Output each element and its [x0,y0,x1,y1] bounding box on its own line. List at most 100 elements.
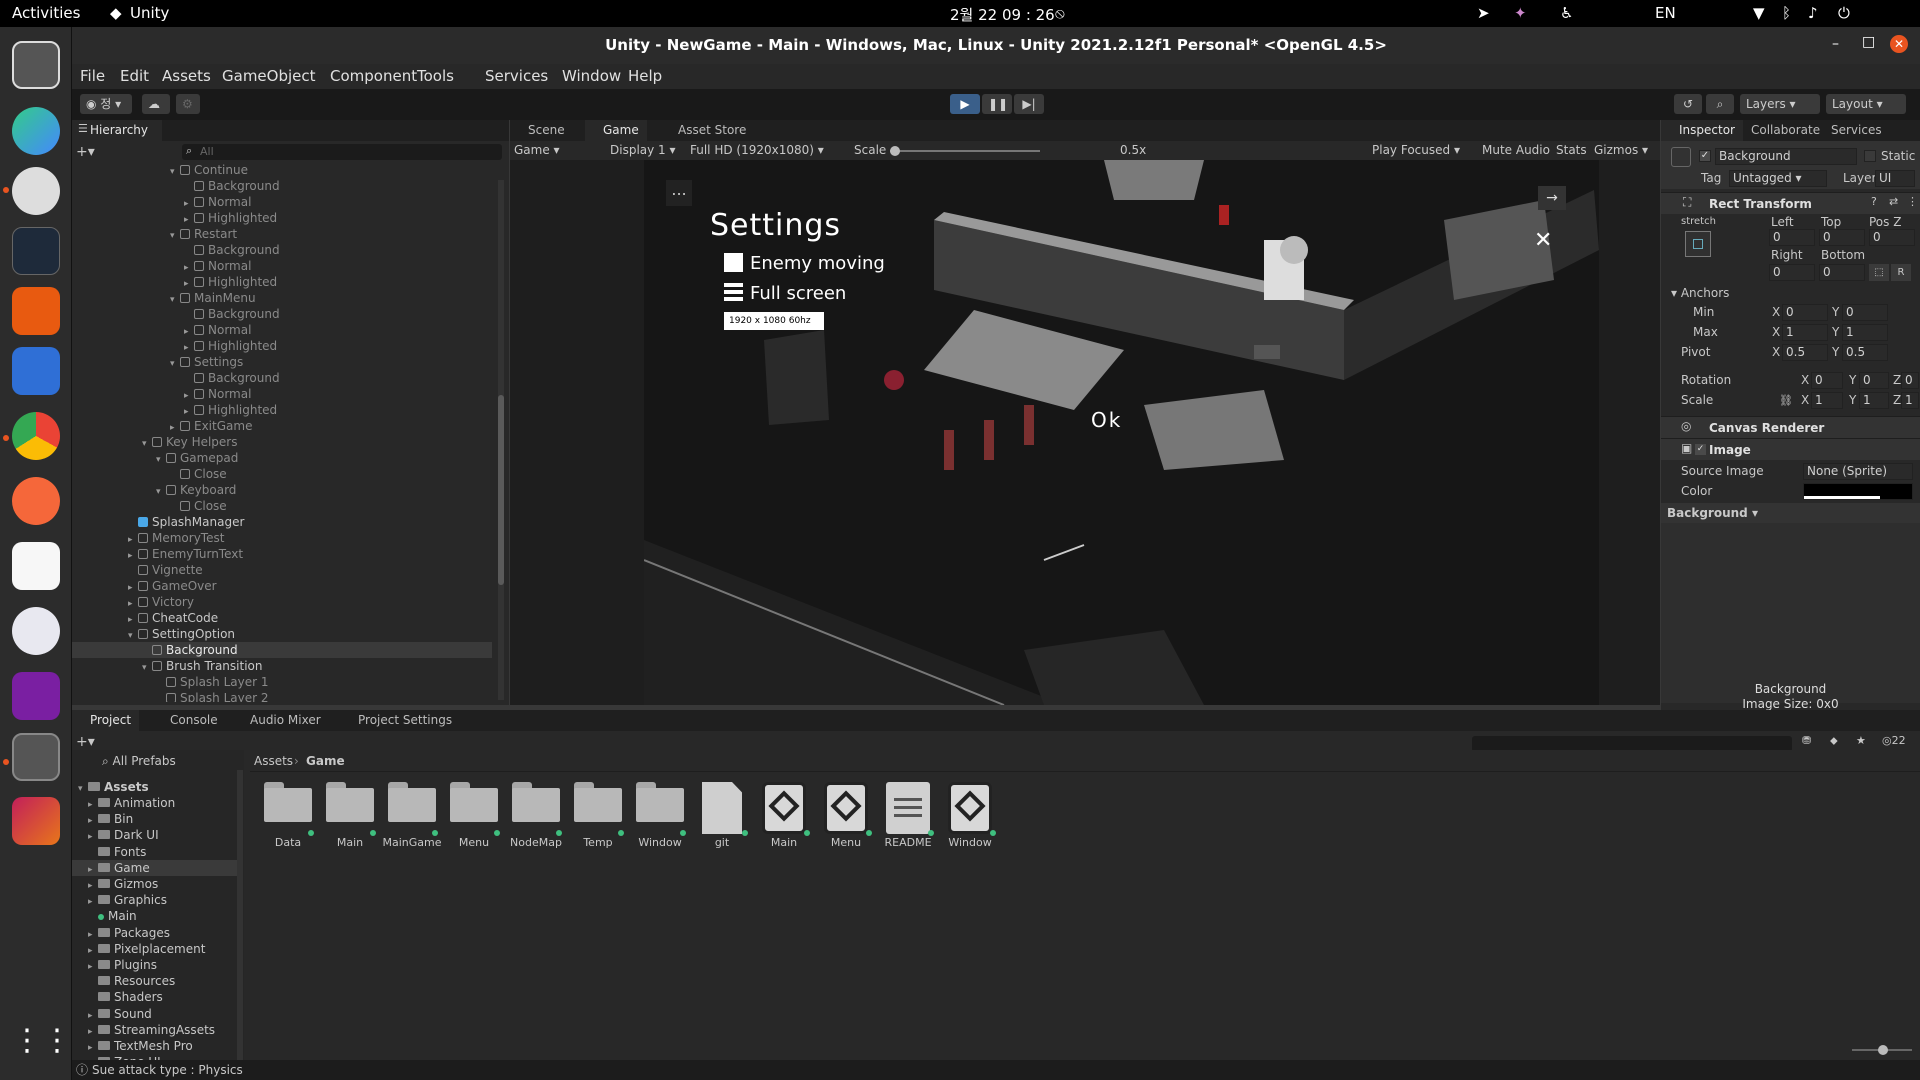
resolution-dropdown[interactable]: Full HD (1920x1080) ▾ [690,141,824,160]
tab-game[interactable]: Game [585,120,647,141]
dock-unity-icon[interactable] [12,733,60,781]
hierarchy-item[interactable]: Background [72,370,492,386]
display-dropdown[interactable]: Display 1 ▾ [610,141,676,160]
pivot-x-field[interactable]: 0.5 [1782,344,1828,361]
hierarchy-item[interactable]: ▾ Continue [72,162,492,178]
rotation-z-field[interactable]: 0 [1901,372,1919,389]
tab-services[interactable]: Services [1821,120,1890,141]
account-button[interactable]: ◉ 정 ▾ [80,94,132,114]
hidden-packages-count[interactable]: ◎22 [1882,734,1906,747]
power-icon[interactable]: ⏻ [1838,4,1850,22]
hierarchy-item[interactable]: ▸ Highlighted [72,338,492,354]
layout-dropdown[interactable]: Layout ▾ [1826,94,1906,114]
posz-field[interactable]: 0 [1869,229,1915,246]
hierarchy-item[interactable]: ▾ Key Helpers [72,434,492,450]
tree-folder-item[interactable]: Resources [72,973,237,989]
tree-folder-item[interactable]: Main [72,908,237,924]
tree-folder-item[interactable]: ▸ StreamingAssets [72,1022,237,1038]
hierarchy-item[interactable]: Background [72,306,492,322]
hierarchy-item[interactable]: ▸ EnemyTurnText [72,546,492,562]
history-icon[interactable]: ↺ [1674,94,1702,114]
search-icon[interactable]: ⌕ [1706,94,1734,114]
icon-size-thumb[interactable] [1878,1045,1888,1055]
hierarchy-item[interactable]: ▾ Gamepad [72,450,492,466]
hierarchy-item[interactable]: ▸ GameOver [72,578,492,594]
anchor-min-x-field[interactable]: 0 [1782,304,1828,321]
hierarchy-scroll-thumb[interactable] [498,395,504,585]
dock-rider-icon[interactable] [12,797,60,845]
more-button[interactable]: ... [666,180,692,206]
volume-icon[interactable]: ♪ [1808,4,1818,22]
tree-folder-item[interactable]: ▸ Bin [72,811,237,827]
anchor-max-y-field[interactable]: 1 [1842,324,1888,341]
hierarchy-item[interactable]: Background [72,242,492,258]
activities-button[interactable]: Activities [12,4,80,22]
menu-component[interactable]: Component [330,67,417,85]
pause-button[interactable]: ❚❚ [982,94,1012,114]
bottom-field[interactable]: 0 [1819,264,1865,281]
menu-services[interactable]: Services [485,67,548,85]
scale-x-field[interactable]: 1 [1811,392,1843,409]
active-checkbox[interactable]: ✓ [1699,150,1711,162]
ok-button[interactable]: Ok [1091,408,1122,432]
anchors-foldout[interactable]: ▾ Anchors [1671,285,1729,302]
dock-app-grid-icon[interactable]: ⋮⋮⋮ [12,1017,102,1065]
hierarchy-item[interactable]: ▸ Victory [72,594,492,610]
top-field[interactable]: 0 [1819,229,1865,246]
tab-collaborate[interactable]: Collaborate [1741,120,1828,141]
hierarchy-item[interactable]: SplashManager [72,514,492,530]
tree-folder-item[interactable]: ▸ Gizmos [72,876,237,892]
hierarchy-item[interactable]: ▾ Keyboard [72,482,492,498]
breadcrumb-assets[interactable]: Assets [254,750,293,772]
hierarchy-item[interactable]: Splash Layer 2 [72,690,492,702]
tree-folder-item[interactable]: Fonts [72,844,237,860]
dock-paint-icon[interactable] [12,542,60,590]
breadcrumb-game[interactable]: Game [306,750,345,772]
minimize-icon[interactable]: – [1832,36,1839,52]
raw-edit-button[interactable]: R [1891,264,1911,281]
tree-folder-item[interactable]: ▸ Dark UI [72,827,237,843]
tab-audio-mixer[interactable]: Audio Mixer [232,710,329,731]
source-image-field[interactable]: None (Sprite) [1803,463,1913,480]
hierarchy-item[interactable]: ▾ Restart [72,226,492,242]
menu-gameobject[interactable]: GameObject [222,67,316,85]
hierarchy-item[interactable]: ▾ Settings [72,354,492,370]
menu-tools[interactable]: Tools [417,67,454,85]
tree-folder-item[interactable]: ▸ Plugins [72,957,237,973]
tree-folder-item[interactable]: ▸ Game [72,859,237,876]
close-window-icon[interactable]: ✕ [1890,35,1908,53]
link-icon[interactable]: ⛓ [1779,394,1793,407]
rotation-x-field[interactable]: 0 [1811,372,1843,389]
wifi-icon[interactable]: ▼ [1753,4,1765,22]
hierarchy-item[interactable]: ▸ Normal [72,258,492,274]
hierarchy-item[interactable]: ▾ MainMenu [72,290,492,306]
hierarchy-item[interactable]: ▾ Brush Transition [72,658,492,674]
favorite-icon[interactable]: ★ [1856,734,1866,747]
hierarchy-item[interactable]: ▸ Normal [72,194,492,210]
tree-scrollbar[interactable] [237,770,243,1060]
dock-chrome-icon[interactable] [12,412,60,460]
pivot-y-field[interactable]: 0.5 [1842,344,1888,361]
hierarchy-item[interactable]: ▾ SettingOption [72,626,492,642]
hierarchy-item[interactable]: Close [72,498,492,514]
asset-item[interactable]: Window [932,774,1008,854]
tree-folder-item[interactable]: ▸ Sound [72,1006,237,1022]
dock-firefox-icon[interactable] [12,477,60,525]
tab-project[interactable]: Project [72,710,140,731]
dock-browser-icon[interactable] [12,107,60,155]
close-settings-icon[interactable]: ✕ [1534,228,1552,253]
collab-icon[interactable]: ⚙ [176,94,200,114]
tree-folder-item[interactable]: Shaders [72,989,237,1005]
tree-folder-item[interactable]: ▸ Graphics [72,892,237,908]
tab-project-settings[interactable]: Project Settings [340,710,460,731]
tab-inspector[interactable]: Inspector [1661,120,1743,141]
hierarchy-item[interactable]: ▸ ExitGame [72,418,492,434]
object-name-field[interactable]: Background [1715,148,1857,165]
color-picker-icon[interactable]: ✦ [1514,4,1527,22]
dock-files-icon[interactable] [12,347,60,395]
all-prefabs-item[interactable]: ⌕ All Prefabs [102,753,176,769]
rect-transform-header[interactable]: Rect Transform [1661,192,1920,214]
anchor-min-y-field[interactable]: 0 [1842,304,1888,321]
hierarchy-item[interactable]: ▸ Normal [72,322,492,338]
dock-ue-icon[interactable] [12,672,60,720]
